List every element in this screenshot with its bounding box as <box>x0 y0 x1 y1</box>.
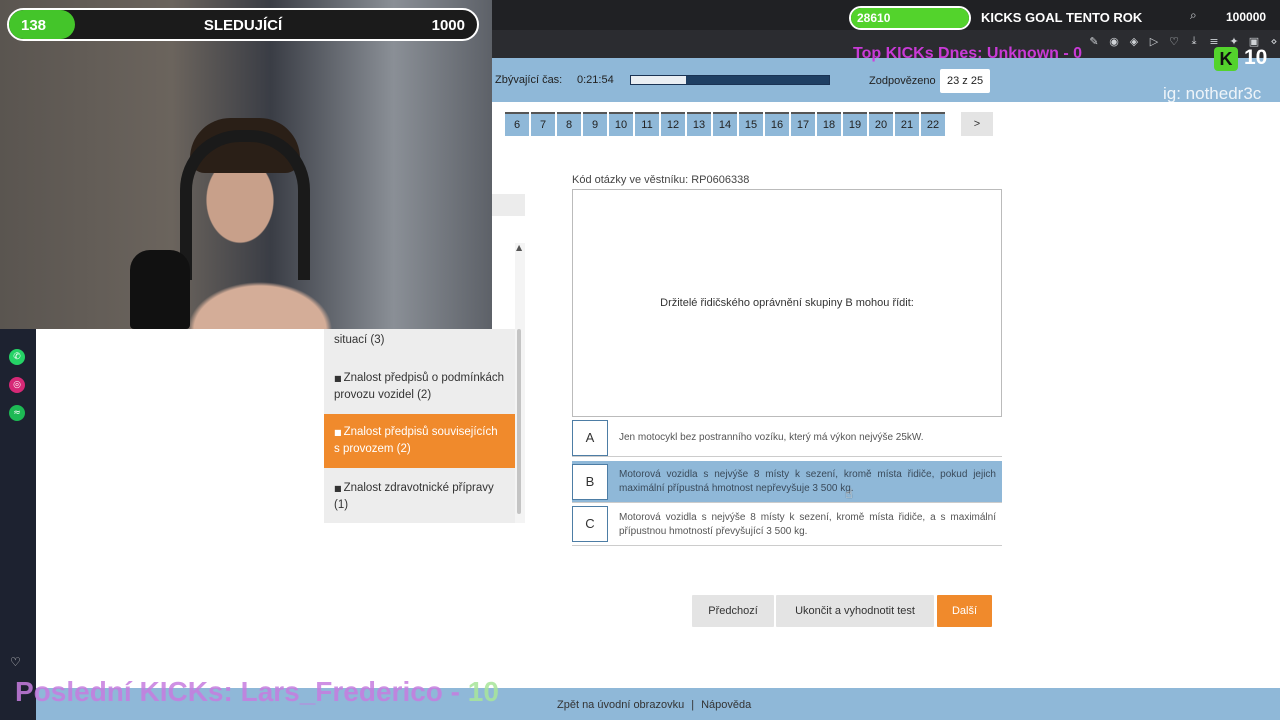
answer-letter[interactable]: C <box>572 506 608 542</box>
category-item[interactable]: ■ Znalost zdravotnické přípravy (1) <box>324 480 515 514</box>
ai-icon[interactable]: ⋄ <box>1268 35 1280 48</box>
category-label: Znalost předpisů o podmínkách provozu vo… <box>334 372 505 401</box>
category-label: situací (3) <box>334 334 385 346</box>
question-number-button[interactable]: 7 <box>531 112 555 136</box>
question-number-button[interactable]: 10 <box>609 112 633 136</box>
follower-goal-bar: 138 SLEDUJÍCÍ 1000 <box>7 8 479 41</box>
heart-outline-icon[interactable]: ♡ <box>10 655 21 669</box>
hand-cursor-icon: ☝ <box>845 487 853 502</box>
kicks-today-count: 10 <box>1244 46 1268 69</box>
download-icon[interactable]: ⤓ <box>1188 34 1200 48</box>
bullet-icon: ■ <box>334 374 342 383</box>
spotify-icon[interactable]: ≈ <box>9 405 25 421</box>
time-progress-bar <box>630 75 830 85</box>
webcam-overlay <box>0 0 492 329</box>
category-label: Znalost předpisů souvisejících s provoze… <box>334 426 498 455</box>
category-item[interactable]: ■ Znalost předpisů o podmínkách provozu v… <box>324 370 515 404</box>
answer-option-a[interactable]: A Jen motocykl bez postranního vozíku, k… <box>572 419 1002 457</box>
headset-icon <box>180 130 310 280</box>
kicks-goal-bar: 28610 <box>849 6 971 30</box>
category-scrollbar[interactable]: ▲ <box>515 243 525 523</box>
question-number-button[interactable]: 18 <box>817 112 841 136</box>
question-number-button[interactable]: 15 <box>739 112 763 136</box>
question-number-button[interactable]: 20 <box>869 112 893 136</box>
home-link[interactable]: Zpět na úvodní obrazovku <box>557 699 684 711</box>
finish-test-button[interactable]: Ukončit a vyhodnotit test <box>776 595 934 627</box>
answer-letter[interactable]: A <box>572 420 608 456</box>
question-number-button[interactable]: 8 <box>557 112 581 136</box>
answered-label: Zodpovězeno <box>869 75 936 87</box>
follower-goal-title: SLEDUJÍCÍ <box>203 17 283 34</box>
extension-icon[interactable]: ✦ <box>1228 35 1240 48</box>
next-page-button[interactable]: > <box>961 112 993 136</box>
question-number-button[interactable]: 13 <box>687 112 711 136</box>
top-kicks-text: Top KICKs Dnes: Unknown - 0 <box>853 45 1083 62</box>
last-kicks-label: Poslední KICKs: Lars_Frederico - <box>15 676 468 707</box>
remaining-time-value: 0:21:54 <box>577 74 614 86</box>
answered-count: 23 z 25 <box>940 69 991 93</box>
heart-icon[interactable]: ♡ <box>1168 35 1180 48</box>
scrollbar-thumb[interactable] <box>517 329 521 514</box>
question-number-button[interactable]: 22 <box>921 112 945 136</box>
question-number-button[interactable]: 16 <box>765 112 789 136</box>
follower-goal-target: 1000 <box>431 17 465 34</box>
edit-icon[interactable]: ✎ <box>1088 35 1100 48</box>
question-number-button[interactable]: 9 <box>583 112 607 136</box>
kick-logo-icon: K <box>1214 47 1238 71</box>
microphone-icon <box>130 250 190 329</box>
answer-option-c[interactable]: C Motorová vozidla s nejvýše 8 místy k s… <box>572 504 1002 546</box>
category-header-stub <box>492 194 525 216</box>
next-button[interactable]: Další <box>937 595 992 627</box>
previous-button[interactable]: Předchozí <box>692 595 774 627</box>
question-number-button[interactable]: 6 <box>505 112 529 136</box>
kicks-goal-title: KICKS GOAL TENTO ROK <box>981 10 1143 25</box>
menu-icon[interactable]: ≡ <box>1208 35 1220 48</box>
question-number-button[interactable]: 19 <box>843 112 867 136</box>
kicks-goal-target: 100000 <box>1226 10 1267 24</box>
question-number-button[interactable]: 21 <box>895 112 919 136</box>
answer-option-b[interactable]: B Motorová vozidla s nejvýše 8 místy k s… <box>572 461 1002 503</box>
time-progress-fill <box>631 76 687 84</box>
question-code: Kód otázky ve věstníku: RP0606338 <box>572 174 750 186</box>
category-item[interactable]: situací (3) <box>324 332 515 349</box>
camera-icon[interactable]: ◉ <box>1108 35 1120 48</box>
question-number-nav: 6 7 8 9 10 11 12 13 14 15 16 17 18 19 20 21 22 <box>505 112 945 136</box>
question-number-button[interactable]: 14 <box>713 112 737 136</box>
whatsapp-icon[interactable]: ✆ <box>9 349 25 365</box>
remaining-time-label: Zbývající čas: <box>495 74 563 86</box>
last-kicks-value: 10 <box>467 676 499 707</box>
answer-text[interactable]: Motorová vozidla s nejvýše 8 místy k sez… <box>619 468 996 496</box>
shield-icon[interactable]: ◈ <box>1128 35 1140 48</box>
kicks-count: 28610 <box>857 11 891 25</box>
answer-text[interactable]: Motorová vozidla s nejvýše 8 místy k sez… <box>619 511 996 539</box>
last-kicks-banner: Poslední KICKs: Lars_Frederico - 10 <box>15 676 499 708</box>
answer-letter[interactable]: B <box>572 464 608 500</box>
instagram-icon[interactable]: ◎ <box>9 377 25 393</box>
footer-links: Zpět na úvodní obrazovku | Nápověda <box>557 699 751 711</box>
help-link[interactable]: Nápověda <box>701 699 751 711</box>
answer-text[interactable]: Jen motocykl bez postranního vozíku, kte… <box>619 431 996 445</box>
category-item-active[interactable]: ■ Znalost předpisů souvisejících s provoz… <box>324 414 515 468</box>
search-icon[interactable]: ⌕ <box>1190 8 1197 23</box>
question-number-button[interactable]: 11 <box>635 112 659 136</box>
question-number-button[interactable]: 17 <box>791 112 815 136</box>
question-text: Držitelé řidičského oprávnění skupiny B … <box>660 297 914 309</box>
instagram-handle: ig: nothedr3c <box>1163 84 1262 103</box>
play-icon[interactable]: ▷ <box>1148 35 1160 48</box>
bullet-icon: ■ <box>334 484 342 493</box>
question-box: Držitelé řidičského oprávnění skupiny B … <box>572 189 1002 417</box>
footer-separator: | <box>691 699 695 711</box>
category-label: Znalost zdravotnické přípravy (1) <box>334 482 494 511</box>
question-number-button[interactable]: 12 <box>661 112 685 136</box>
bullet-icon: ■ <box>334 428 342 437</box>
scroll-up-icon[interactable]: ▲ <box>516 243 522 252</box>
